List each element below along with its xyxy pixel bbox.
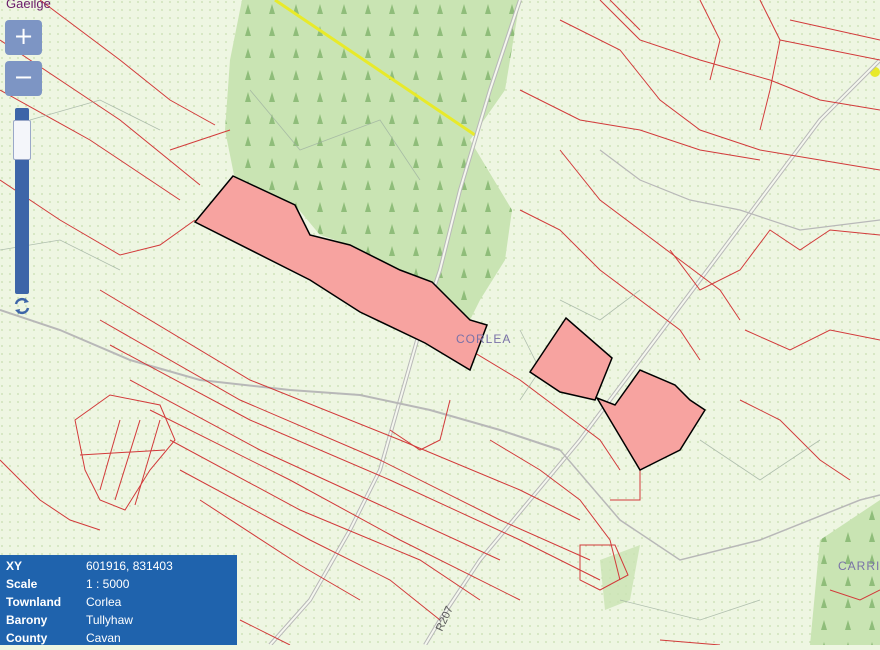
info-panel: XY 601916, 831403 Scale 1 : 5000 Townlan… [0,555,237,645]
info-value: Tullyhaw [86,613,133,627]
info-value: Corlea [86,595,122,609]
info-value: Cavan [86,631,121,645]
map-svg: CORLEA CARRIG R207 [0,0,880,647]
info-key: Barony [6,613,48,627]
zoom-slider-handle[interactable] [13,119,31,160]
info-key: XY [6,559,23,573]
info-key: County [6,631,48,645]
info-value: 601916, 831403 [86,559,173,573]
townland-label: CORLEA [456,332,511,346]
refresh-icon[interactable] [12,296,32,316]
zoom-in-button[interactable]: + [5,20,42,55]
map-canvas[interactable]: CORLEA CARRIG R207 [0,0,880,647]
info-key: Scale [6,577,38,591]
info-key: Townland [6,595,62,609]
zoom-out-button[interactable]: − [5,61,42,96]
language-link[interactable]: Gaeilge [6,0,51,11]
edge-townland-label: CARRIG [838,559,880,573]
info-value: 1 : 5000 [86,577,130,591]
